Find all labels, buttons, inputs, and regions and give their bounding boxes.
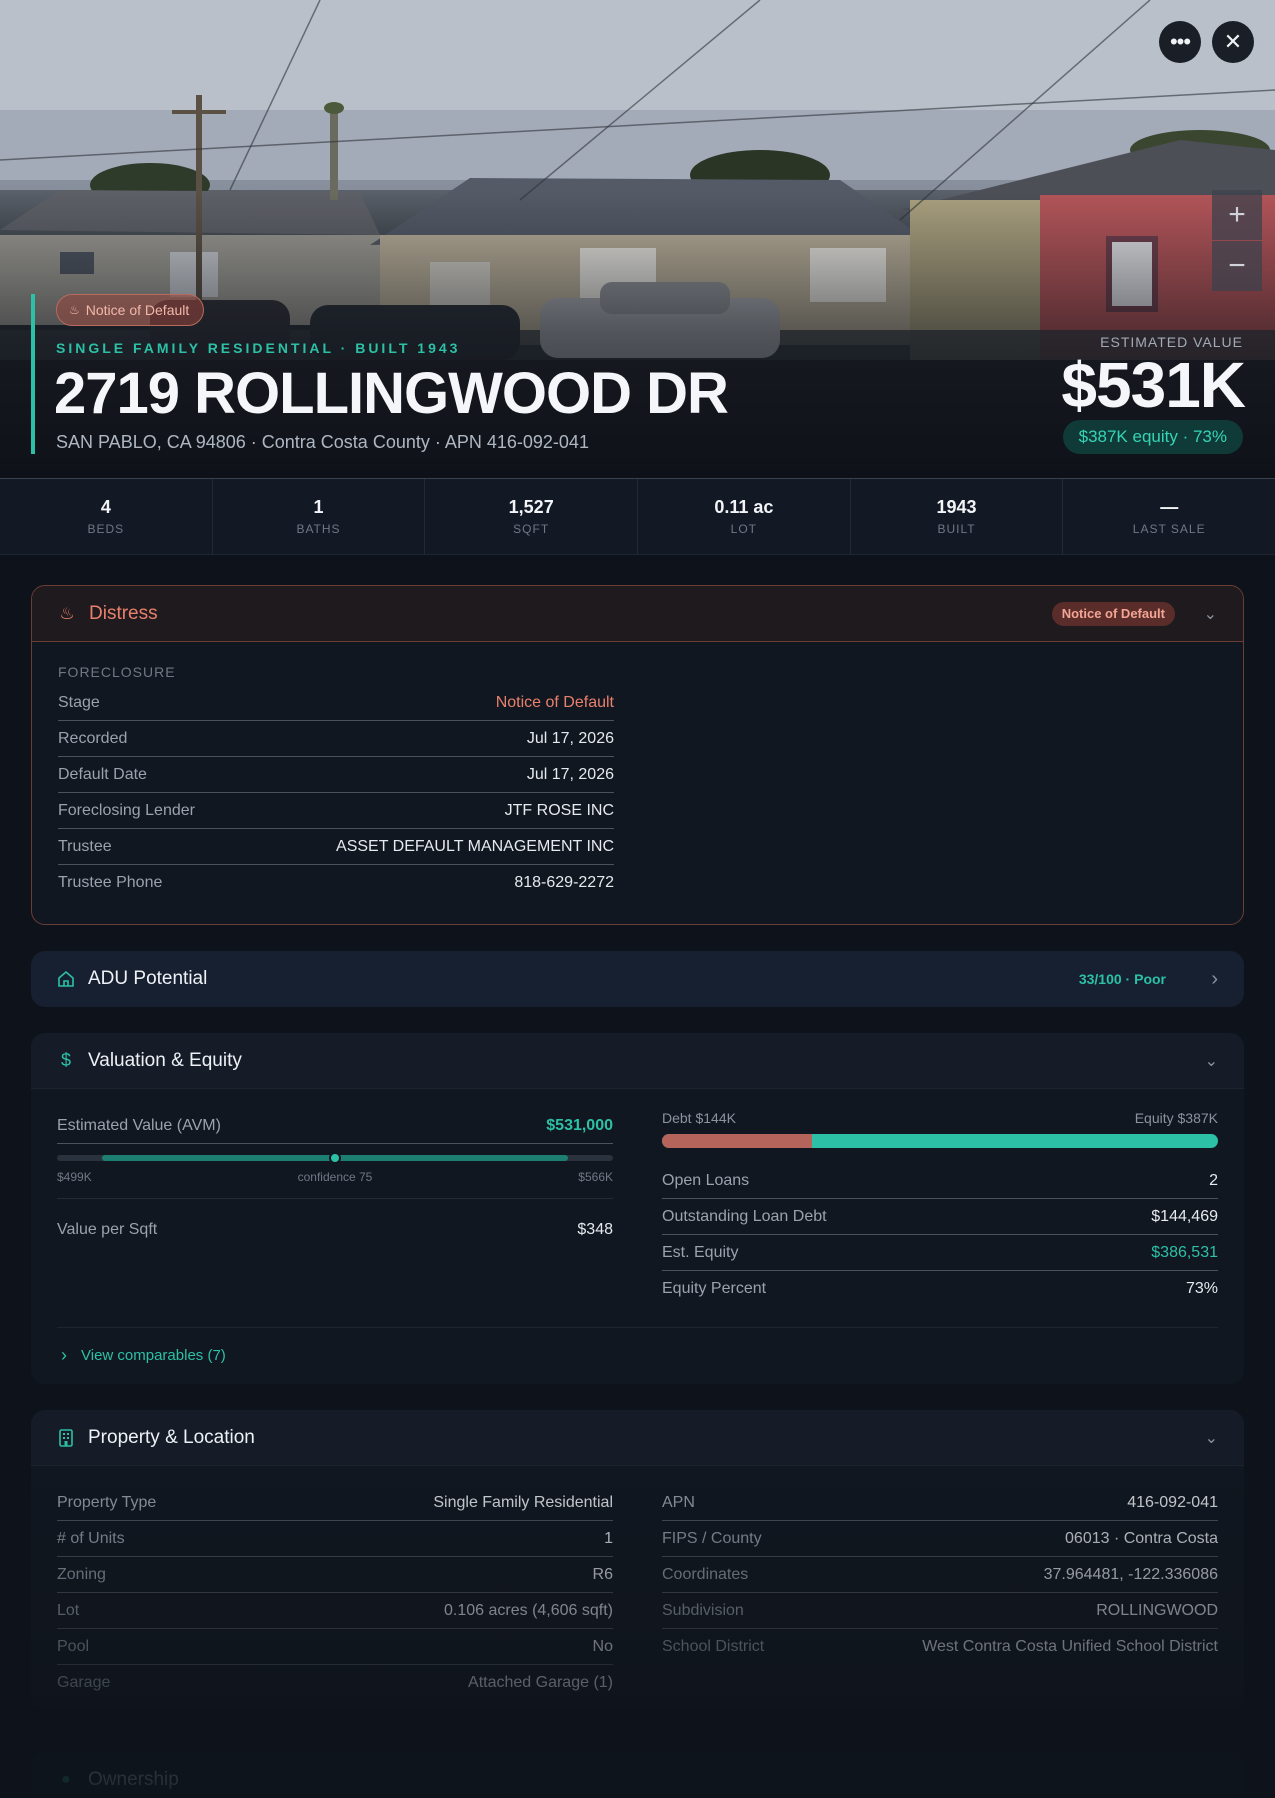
ownership-card[interactable]: ● Ownership (31, 1752, 1244, 1798)
close-icon: ✕ (1223, 29, 1243, 54)
property-row-subdivision: Subdivision ROLLINGWOOD (662, 1593, 1218, 1629)
chevron-down-icon: ⌄ (1204, 1052, 1218, 1070)
property-row-lot: Lot 0.106 acres (4,606 sqft) (57, 1593, 613, 1629)
adu-score: 33/100 · Poor (1078, 971, 1166, 987)
property-subtitle: SINGLE FAMILY RESIDENTIAL · BUILT 1943 (56, 340, 461, 356)
stat-beds: 4 BEDS (0, 479, 213, 554)
more-options-button[interactable]: ••• (1159, 21, 1201, 63)
zoom-in-button[interactable]: + (1212, 190, 1262, 240)
property-row-apn: APN 416-092-041 (662, 1485, 1218, 1521)
chevron-right-icon: › (1211, 967, 1218, 990)
ownership-title: Ownership (88, 1769, 179, 1790)
est-equity-row: Est. Equity $386,531 (662, 1235, 1218, 1271)
stat-built: 1943 BUILT (851, 479, 1064, 554)
valuation-header[interactable]: $ Valuation & Equity ⌄ (31, 1033, 1244, 1089)
adu-potential-card[interactable]: ADU Potential 33/100 · Poor › (31, 951, 1244, 1007)
divider (57, 1198, 613, 1199)
confidence-marker (329, 1152, 341, 1164)
distress-header[interactable]: ♨ Distress Notice of Default ⌄ (32, 586, 1243, 642)
ownership-header[interactable]: ● Ownership (31, 1752, 1244, 1798)
confidence-label: confidence 75 (297, 1170, 373, 1184)
chevron-right-icon: › (61, 1345, 67, 1365)
ellipsis-icon: ••• (1169, 29, 1191, 54)
avm-row: Estimated Value (AVM) $531,000 (57, 1108, 613, 1144)
stat-baths: 1 BATHS (213, 479, 426, 554)
building-icon (57, 1428, 75, 1447)
property-location: SAN PABLO, CA 94806 · Contra Costa Count… (56, 432, 589, 452)
divider (57, 1327, 1218, 1328)
distress-title: Distress (89, 602, 158, 624)
estimated-value: $531K (1061, 349, 1246, 421)
accent-bar (31, 294, 35, 454)
distress-row-recorded: Recorded Jul 17, 2026 (58, 721, 614, 757)
flame-icon: ♨ (69, 303, 80, 317)
stat-lot: 0.11 ac LOT (638, 479, 851, 554)
equity-badge: $387K equity · 73% (1062, 420, 1243, 454)
stats-bar: 4 BEDS 1 BATHS 1,527 SQFT 0.11 ac LOT 1943 BU… (0, 479, 1275, 555)
adu-title: ADU Potential (88, 968, 208, 989)
distress-row-trustee: Trustee ASSET DEFAULT MANAGEMENT INC (58, 829, 614, 865)
debt-label: Debt $144K (662, 1110, 736, 1126)
property-row-zoning: Zoning R6 (57, 1557, 613, 1593)
debt-equity-bar (662, 1134, 1218, 1148)
close-button[interactable]: ✕ (1212, 21, 1254, 63)
property-row-units: # of Units 1 (57, 1521, 613, 1557)
chevron-down-icon: ⌄ (1204, 1429, 1218, 1447)
property-header[interactable]: Property & Location ⌄ (31, 1410, 1244, 1466)
chevron-down-icon: ⌄ (1203, 605, 1217, 623)
distress-row-trustee-phone: Trustee Phone 818-629-2272 (58, 874, 614, 891)
open-loans-row: Open Loans 2 (662, 1163, 1218, 1199)
value-per-sqft-row: Value per Sqft $348 (57, 1221, 613, 1238)
confidence-range-bar (57, 1152, 613, 1164)
property-row-type: Property Type Single Family Residential (57, 1485, 613, 1521)
valuation-title: Valuation & Equity (88, 1049, 242, 1071)
debt-fill (662, 1134, 813, 1148)
valuation-equity-card: $ Valuation & Equity ⌄ Estimated Value (… (31, 1033, 1244, 1384)
stat-sqft: 1,527 SQFT (425, 479, 639, 554)
range-high: $566K (578, 1170, 613, 1184)
property-row-school-district: School District West Contra Costa Unified… (662, 1638, 1218, 1655)
property-location-card: Property & Location ⌄ Property Type Singl… (31, 1410, 1244, 1710)
property-row-garage: Garage Attached Garage (1) (57, 1674, 613, 1691)
distress-status-badge: Notice of Default (1051, 601, 1175, 626)
property-row-fips: FIPS / County 06013 · Contra Costa (662, 1521, 1218, 1557)
flame-icon: ♨ (59, 603, 75, 623)
foreclosure-label: FORECLOSURE (58, 664, 176, 680)
distress-row-default-date: Default Date Jul 17, 2026 (58, 757, 614, 793)
user-icon: ● (61, 1771, 71, 1788)
home-icon (57, 970, 75, 988)
distress-row-stage: Stage Notice of Default (58, 685, 614, 721)
distress-badge: ♨ Notice of Default (56, 294, 205, 326)
equity-percent-row: Equity Percent 73% (662, 1280, 1218, 1297)
dollar-icon: $ (60, 1050, 71, 1070)
adu-header: ADU Potential 33/100 · Poor › (31, 951, 1244, 1007)
zoom-out-button[interactable]: − (1212, 241, 1262, 291)
stat-last-sale: — LAST SALE (1132, 497, 1206, 536)
loan-debt-row: Outstanding Loan Debt $144,469 (662, 1199, 1218, 1235)
view-comparables-link[interactable]: › View comparables (7) (61, 1345, 226, 1366)
property-row-coordinates: Coordinates 37.964481, -122.336086 (662, 1557, 1218, 1593)
property-title: Property & Location (88, 1426, 255, 1448)
property-address-title: 2719 ROLLINGWOOD DR (54, 361, 729, 426)
distress-card: ♨ Distress Notice of Default ⌄ FORECLOSU… (31, 585, 1244, 925)
equity-label: Equity $387K (1134, 1110, 1218, 1126)
distress-row-lender: Foreclosing Lender JTF ROSE INC (58, 793, 614, 829)
property-row-pool: Pool No (57, 1629, 613, 1665)
